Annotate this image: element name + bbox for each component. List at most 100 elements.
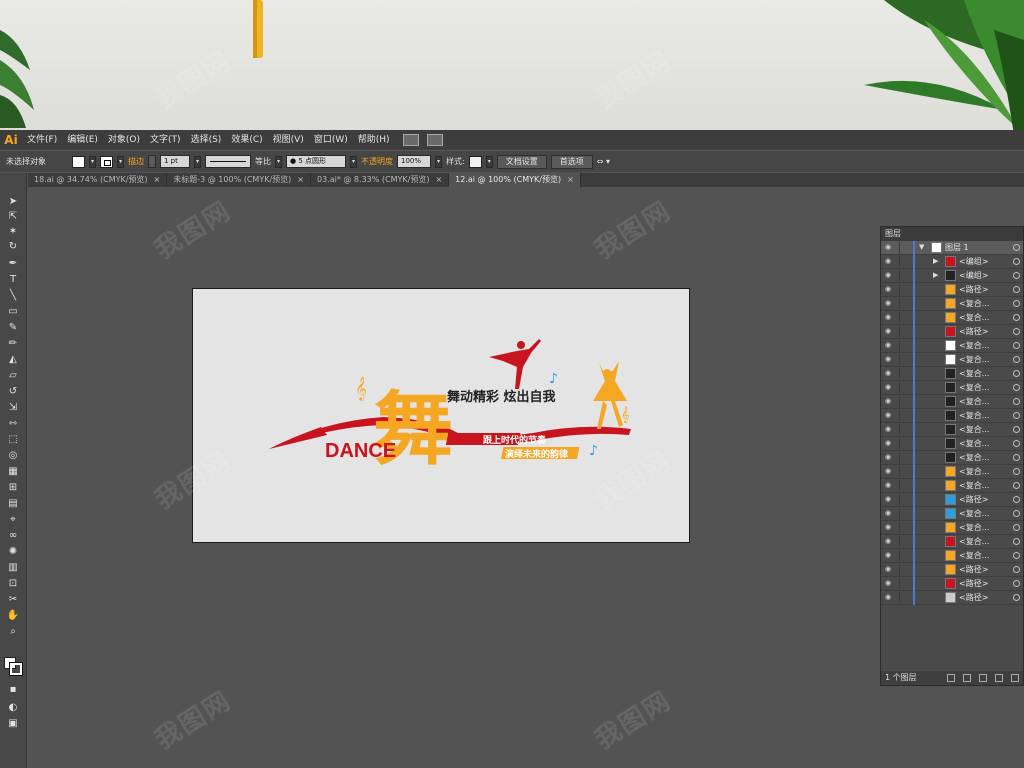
layer-name[interactable]: <路径>	[959, 591, 988, 604]
stroke-weight-field[interactable]: 1 pt	[160, 155, 190, 168]
target-circle-icon[interactable]	[1013, 510, 1020, 517]
layer-name[interactable]: <复合...	[959, 479, 989, 492]
lock-toggle[interactable]	[899, 298, 909, 309]
target-circle-icon[interactable]	[1013, 482, 1020, 489]
arrange-icon[interactable]: ⇔ ▾	[597, 157, 610, 166]
lock-toggle[interactable]	[899, 368, 909, 379]
lock-toggle[interactable]	[899, 494, 909, 505]
lock-toggle[interactable]	[899, 508, 909, 519]
expand-arrow-icon[interactable]: ▶	[933, 269, 938, 282]
stroke-weight-dropdown-icon[interactable]: ▾	[194, 155, 201, 168]
visibility-eye-icon[interactable]: ◉	[885, 243, 894, 252]
color-mode-icon[interactable]: ▪	[5, 683, 21, 697]
opacity-label[interactable]: 不透明度	[361, 156, 393, 167]
lock-toggle[interactable]	[899, 270, 909, 281]
lock-toggle[interactable]	[899, 424, 909, 435]
layer-row[interactable]: ◉ <路径>	[881, 283, 1023, 297]
layer-row[interactable]: ◉ <路径>	[881, 493, 1023, 507]
stroke-color-swatch[interactable]	[100, 155, 113, 168]
layer-name[interactable]: <复合...	[959, 409, 989, 422]
target-circle-icon[interactable]	[1013, 566, 1020, 573]
zoom-tool-icon[interactable]: ⌕	[5, 625, 21, 639]
lock-toggle[interactable]	[899, 438, 909, 449]
tab-12[interactable]: 12.ai @ 100% (CMYK/预览) ×	[449, 173, 581, 187]
target-circle-icon[interactable]	[1013, 594, 1020, 601]
layer-row[interactable]: ◉ <复合...	[881, 353, 1023, 367]
visibility-eye-icon[interactable]: ◉	[885, 579, 894, 588]
layer-row[interactable]: ◉ ▶ <编组>	[881, 269, 1023, 283]
lock-toggle[interactable]	[899, 284, 909, 295]
visibility-eye-icon[interactable]: ◉	[885, 593, 894, 602]
visibility-eye-icon[interactable]: ◉	[885, 369, 894, 378]
style-dropdown-icon[interactable]: ▾	[485, 155, 493, 168]
layer-name[interactable]: <复合...	[959, 465, 989, 478]
target-circle-icon[interactable]	[1013, 552, 1020, 559]
layers-panel-title[interactable]: 图层	[881, 227, 1023, 241]
visibility-eye-icon[interactable]: ◉	[885, 481, 894, 490]
layer-row[interactable]: ◉ <复合...	[881, 535, 1023, 549]
target-circle-icon[interactable]	[1013, 272, 1020, 279]
layer-name[interactable]: <复合...	[959, 381, 989, 394]
target-circle-icon[interactable]	[1013, 258, 1020, 265]
lock-toggle[interactable]	[899, 326, 909, 337]
lock-toggle[interactable]	[899, 452, 909, 463]
target-circle-icon[interactable]	[1013, 426, 1020, 433]
layer-name[interactable]: <编组>	[959, 255, 988, 268]
tab-untitled-3[interactable]: 未标题-3 @ 100% (CMYK/预览) ×	[167, 173, 311, 187]
draw-mode-icon[interactable]: ◐	[5, 701, 21, 715]
layer-name[interactable]: <复合...	[959, 311, 989, 324]
target-circle-icon[interactable]	[1013, 454, 1020, 461]
brush-definition-field[interactable]: ● 5 点圆形	[286, 155, 346, 168]
screen-mode-icon[interactable]: ▣	[5, 717, 21, 731]
bridge-icon[interactable]	[402, 134, 419, 146]
lock-toggle[interactable]	[899, 466, 909, 477]
target-circle-icon[interactable]	[1013, 244, 1020, 251]
layer-name[interactable]: <复合...	[959, 507, 989, 520]
fill-color-swatch[interactable]	[72, 155, 85, 168]
target-circle-icon[interactable]	[1013, 356, 1020, 363]
brush-dropdown-icon[interactable]: ▾	[350, 155, 357, 168]
layer-name[interactable]: <复合...	[959, 423, 989, 436]
lock-toggle[interactable]	[899, 242, 909, 253]
type-tool-icon[interactable]: T	[5, 273, 21, 287]
layer-name[interactable]: <复合...	[959, 535, 989, 548]
locate-object-icon[interactable]	[947, 674, 955, 682]
layer-row[interactable]: ◉ <复合...	[881, 311, 1023, 325]
layer-name[interactable]: <路径>	[959, 283, 988, 296]
stroke-dropdown-icon[interactable]: ▾	[117, 155, 124, 168]
visibility-eye-icon[interactable]: ◉	[885, 355, 894, 364]
layer-row[interactable]: ◉ <复合...	[881, 297, 1023, 311]
layer-name[interactable]: <复合...	[959, 297, 989, 310]
lock-toggle[interactable]	[899, 354, 909, 365]
selection-tool-icon[interactable]: ➤	[5, 195, 21, 209]
stroke-weight-stepper[interactable]	[148, 155, 156, 168]
layer-name[interactable]: <复合...	[959, 451, 989, 464]
pen-tool-icon[interactable]: ✒	[5, 257, 21, 271]
menu-type[interactable]: 文字(T)	[145, 130, 186, 150]
layer-row-top[interactable]: ◉ ▼ 图层 1	[881, 241, 1023, 255]
perspective-grid-icon[interactable]: ▦	[5, 465, 21, 479]
menu-effect[interactable]: 效果(C)	[226, 130, 267, 150]
target-circle-icon[interactable]	[1013, 580, 1020, 587]
artboard-tool-icon[interactable]: ⊡	[5, 577, 21, 591]
delete-layer-icon[interactable]	[1011, 674, 1019, 682]
visibility-eye-icon[interactable]: ◉	[885, 397, 894, 406]
target-circle-icon[interactable]	[1013, 384, 1020, 391]
target-circle-icon[interactable]	[1013, 370, 1020, 377]
eyedropper-icon[interactable]: ⌖	[5, 513, 21, 527]
menu-help[interactable]: 帮助(H)	[353, 130, 395, 150]
lock-toggle[interactable]	[899, 382, 909, 393]
layer-row[interactable]: ◉ <复合...	[881, 549, 1023, 563]
new-layer-icon[interactable]	[995, 674, 1003, 682]
direct-selection-tool-icon[interactable]: ⇱	[5, 210, 21, 224]
lock-toggle[interactable]	[899, 410, 909, 421]
target-circle-icon[interactable]	[1013, 496, 1020, 503]
expand-arrow-icon[interactable]: ▶	[933, 255, 938, 268]
close-icon[interactable]: ×	[567, 173, 574, 187]
lock-toggle[interactable]	[899, 578, 909, 589]
visibility-eye-icon[interactable]: ◉	[885, 439, 894, 448]
layer-name[interactable]: <复合...	[959, 353, 989, 366]
paintbrush-icon[interactable]: ✎	[5, 321, 21, 335]
blend-tool-icon[interactable]: ∞	[5, 529, 21, 543]
lock-toggle[interactable]	[899, 396, 909, 407]
